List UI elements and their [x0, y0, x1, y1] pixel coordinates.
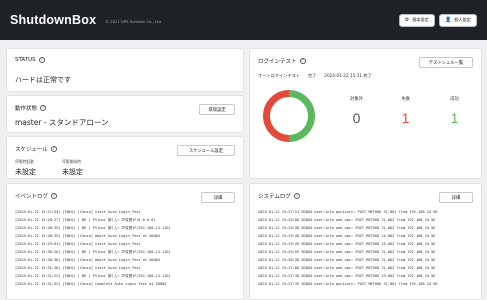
log-line: 2024-01-22 15:29:38 SD804 user:info web_…	[258, 226, 436, 230]
user-icon: 👤	[445, 16, 452, 23]
donut-success-arc	[288, 90, 315, 142]
log-line: 2024-01-22 15:29:49 SD804 user:info web_…	[258, 242, 436, 246]
stat-value: 1	[450, 110, 459, 126]
log-line: [2024-01-22 15:28:27] [INFO] [ NE ] Ftln…	[15, 218, 156, 222]
test-shell-list-button[interactable]: テストシェル一覧	[419, 57, 473, 68]
event-log-card-title: イベントログ ?	[15, 192, 58, 200]
status-card: STATUS ? ハードは正常です	[6, 48, 244, 92]
personal-settings-button[interactable]: 👤 個人設定	[439, 13, 477, 27]
mode-text: master - スタンドアローン	[15, 118, 109, 127]
gear-icon: ⚙	[404, 16, 410, 23]
stat-value: 0	[352, 110, 361, 126]
log-line: 2024-01-22 15:27:51 SD804 user:info guni…	[258, 210, 438, 214]
schedule-item-value: 未設定	[15, 168, 36, 176]
schedule-item-value: 未設定	[62, 168, 83, 176]
personal-settings-label: 個人設定	[454, 17, 471, 22]
help-icon[interactable]: ?	[40, 105, 47, 111]
environment-settings-button[interactable]: 環境設定	[199, 104, 235, 115]
schedule-card-title: スケジュール ?	[15, 145, 57, 153]
basic-settings-button[interactable]: ⚙ 基本設定	[398, 13, 435, 27]
event-log-detail-button[interactable]: 詳細	[201, 192, 235, 203]
event-log-title: イベントログ	[15, 194, 49, 200]
stat-value: 1	[401, 110, 410, 126]
log-line: 2024-01-22 15:29:59 SD804 user:info web_…	[258, 250, 436, 254]
event-log-card: イベントログ ? 詳細 [2024-01-22 15:27:53] [INFO]…	[6, 183, 244, 300]
system-log-card-title: システムログ ?	[258, 192, 300, 200]
login-test-card-title: ログインテスト ?	[258, 57, 306, 65]
schedule-settings-button[interactable]: スケジュール設定	[177, 145, 235, 156]
system-log-title: システムログ	[258, 194, 291, 200]
schedule-item: 停電開始時 未設定	[62, 159, 83, 177]
system-log-detail-button[interactable]: 詳細	[439, 192, 473, 203]
help-icon[interactable]: ?	[38, 57, 45, 63]
log-line: [2024-01-22 15:28:39] [INFO] [Conso] Abo…	[15, 234, 160, 238]
system-log-card: システムログ ? 詳細 2024-01-22 15:27:51 SD804 us…	[249, 183, 482, 300]
header-actions: ⚙ 基本設定 👤 個人設定	[398, 13, 477, 27]
app-header: ShutdownBox © 2021 UPS Solution Co., Ltd…	[0, 0, 487, 40]
log-line: 2024-01-22 15:31:39 SD804 user:info guni…	[258, 282, 438, 286]
stat-label: 対象外	[350, 97, 363, 102]
help-icon[interactable]: ?	[299, 58, 306, 64]
mode-card: 動作状態 ? 環境設定 master - スタンドアローン	[6, 95, 244, 133]
stat-label: 失敗	[401, 97, 410, 102]
stat-failure: 失敗 1	[381, 96, 430, 126]
login-test-summary: オートログインテスト 完了 2024-01-22 15:31 終了	[258, 73, 372, 79]
help-icon[interactable]: ?	[293, 193, 300, 199]
login-test-title: ログインテスト	[258, 59, 297, 65]
schedule-card: スケジュール ? スケジュール設定 停電時起動 未設定 停電開始時 未設定	[6, 136, 244, 179]
schedule-item-label: 停電開始時	[62, 159, 81, 164]
log-line: 2024-01-22 15:28:00 SD804 user:info web_…	[258, 218, 436, 222]
login-test-card: ログインテスト ? テストシェル一覧 オートログインテスト 完了 2024-01…	[249, 48, 482, 179]
log-line: [2024-01-22 15:30:38] [INFO] [Conso] Abo…	[15, 258, 160, 262]
help-icon[interactable]: ?	[50, 146, 57, 152]
event-log-list: [2024-01-22 15:27:53] [INFO] [Conso] Sta…	[15, 208, 237, 288]
login-test-stats: 対象外 0 失敗 1 成功 1	[332, 96, 479, 126]
schedule-item: 停電時起動 未設定	[15, 159, 36, 177]
app-name: ShutdownBox	[10, 13, 97, 27]
log-line: [2024-01-22 15:27:53] [INFO] [Conso] Sta…	[15, 210, 141, 214]
log-line: 2024-01-22 15:30:30 SD804 user:info web_…	[258, 258, 436, 262]
log-line: [2024-01-22 15:31:32] [INFO] [Conso] Com…	[15, 282, 167, 286]
login-result-donut	[263, 90, 315, 142]
login-test-label: オートログインテスト	[258, 73, 300, 78]
stat-success: 成功 1	[430, 96, 479, 126]
mode-card-title: 動作状態 ?	[15, 104, 47, 112]
schedule-title: スケジュール	[15, 147, 48, 153]
log-line: 2024-01-22 15:31:30 SD804 user:info web_…	[258, 274, 436, 278]
status-text: ハードは正常です	[15, 76, 71, 84]
help-icon[interactable]: ?	[51, 193, 58, 199]
stat-label: 成功	[450, 97, 459, 102]
log-line: [2024-01-22 15:31:18] [INFO] [Conso] Sta…	[15, 266, 141, 270]
stat-excluded: 対象外 0	[332, 96, 381, 126]
system-log-list: 2024-01-22 15:27:51 SD804 user:info guni…	[258, 208, 475, 288]
schedule-item-label: 停電時起動	[15, 159, 34, 164]
status-card-title: STATUS ?	[15, 57, 45, 63]
login-test-status: 完了	[307, 73, 317, 78]
mode-title: 動作状態	[15, 106, 38, 112]
donut-failure-arc	[263, 90, 290, 142]
log-line: [2024-01-22 15:29:01] [INFO] [Conso] Sta…	[15, 242, 141, 246]
log-line: [2024-01-22 15:31:22] [INFO] [ NE ] Ftln…	[15, 274, 171, 278]
basic-settings-label: 基本設定	[412, 17, 429, 22]
copyright-text: © 2021 UPS Solution Co., Ltd.	[105, 18, 163, 24]
log-line: 2024-01-22 15:29:40 SD804 user:info web_…	[258, 234, 436, 238]
log-line: [2024-01-22 15:28:39] [INFO] [ NE ] Ftln…	[15, 226, 171, 230]
log-line: [2024-01-22 15:30:26] [INFO] [ NE ] Ftln…	[15, 250, 171, 254]
log-line: 2024-01-22 15:31:00 SD804 user:info web_…	[258, 266, 436, 270]
login-test-time: 2024-01-22 15:31 終了	[324, 73, 372, 78]
status-title: STATUS	[15, 57, 36, 63]
